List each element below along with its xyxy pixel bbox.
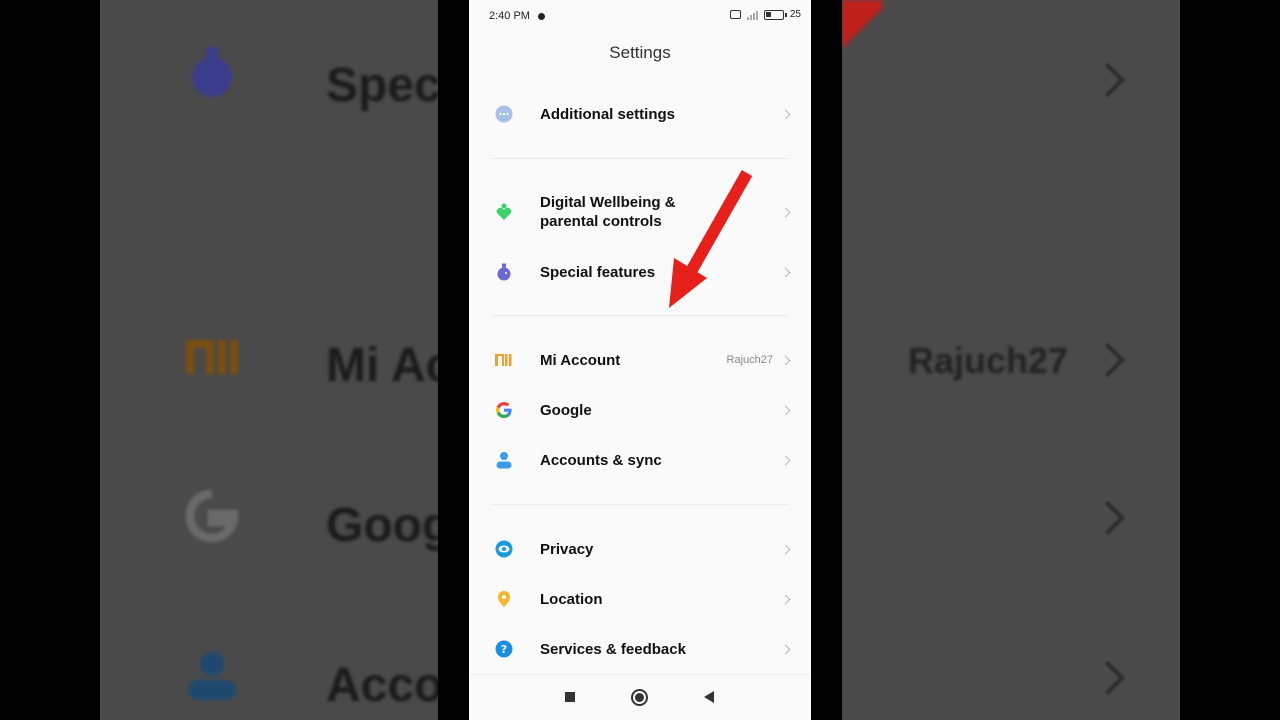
mi-logo-icon	[184, 336, 264, 388]
settings-item-label: Location	[540, 590, 603, 608]
settings-item-mi-account[interactable]: Mi Account Rajuch27	[469, 335, 811, 385]
svg-text:?: ?	[501, 643, 507, 656]
status-bar: 2:40 PM 25	[469, 0, 811, 34]
chevron-right-icon	[780, 594, 791, 604]
settings-item-privacy[interactable]: Privacy	[469, 524, 811, 574]
signal-icon	[746, 10, 758, 20]
settings-item-accounts-sync[interactable]: Accounts & sync	[469, 435, 811, 485]
home-button[interactable]	[631, 689, 648, 706]
settings-item-google[interactable]: Google	[469, 385, 811, 435]
settings-item-special-features[interactable]: Special features	[469, 247, 811, 297]
eye-icon	[495, 540, 513, 558]
back-button[interactable]	[704, 691, 714, 703]
chevron-right-icon	[1091, 661, 1125, 695]
navigation-bar	[469, 674, 811, 720]
bg-row-special: Spec	[100, 20, 438, 140]
location-pin-icon	[495, 590, 513, 608]
mi-logo-icon	[495, 351, 513, 369]
settings-item-wellbeing[interactable]: Digital Wellbeing & parental controls	[469, 186, 811, 238]
settings-item-label: Digital Wellbeing & parental controls	[540, 194, 676, 230]
settings-item-label: Accounts & sync	[540, 451, 662, 469]
mi-account-username: Rajuch27	[726, 354, 773, 366]
chevron-right-icon	[780, 405, 791, 415]
settings-item-location[interactable]: Location	[469, 574, 811, 624]
settings-item-label: Special features	[540, 263, 656, 281]
bg-text-mi-value: Rajuch27	[908, 340, 1069, 381]
status-indicators: 25	[729, 9, 801, 20]
bg-row-mi: Mi Ac	[100, 300, 438, 420]
flask-icon	[495, 263, 513, 281]
chevron-right-icon	[780, 207, 791, 217]
settings-item-services-feedback[interactable]: ? Services & feedback	[469, 624, 811, 674]
bg-text-accounts: Acco	[326, 659, 438, 712]
settings-item-additional[interactable]: Additional settings	[469, 89, 811, 139]
chevron-right-icon	[780, 644, 791, 654]
settings-item-label: Privacy	[540, 540, 594, 558]
wellbeing-icon	[495, 203, 513, 221]
settings-item-label: Mi Account	[540, 351, 621, 369]
sim-icon	[729, 10, 741, 19]
flask-icon	[192, 47, 232, 97]
divider	[491, 315, 789, 316]
chevron-right-icon	[780, 109, 791, 119]
status-time: 2:40 PM	[489, 10, 530, 22]
page-title: Settings	[609, 43, 671, 62]
bg-text-google: Goog	[326, 499, 438, 552]
settings-item-label: Services & feedback	[540, 640, 686, 658]
background-zoom-left: Spec Mi Ac Goog Acco	[100, 0, 438, 720]
google-icon	[186, 490, 238, 542]
more-dots-icon	[495, 105, 513, 123]
chevron-right-icon	[1091, 343, 1125, 377]
bg-row-accounts: Acco	[100, 620, 438, 720]
notification-dot-icon	[538, 13, 545, 20]
google-icon	[495, 401, 513, 419]
help-icon: ?	[495, 640, 513, 658]
recents-button[interactable]	[565, 692, 575, 702]
bg-text-special: Spec	[326, 59, 438, 112]
phone-screen: 2:40 PM 25 Settings Additional settings …	[469, 0, 811, 720]
divider	[491, 504, 789, 505]
battery-percent: 25	[789, 9, 801, 20]
background-zoom-right: Rajuch27	[842, 0, 1180, 720]
chevron-right-icon	[1091, 501, 1125, 535]
settings-item-label: Additional settings	[540, 105, 675, 123]
chevron-right-icon	[780, 267, 791, 277]
divider	[491, 158, 789, 159]
red-arrow-blur	[842, 0, 882, 80]
chevron-right-icon	[780, 544, 791, 554]
bg-row-google: Goog	[100, 460, 438, 580]
person-icon	[188, 652, 236, 700]
person-icon	[495, 451, 513, 469]
settings-item-label: Google	[540, 401, 592, 419]
chevron-right-icon	[780, 355, 791, 365]
bg-text-mi: Mi Ac	[326, 339, 438, 392]
chevron-right-icon	[1091, 63, 1125, 97]
chevron-right-icon	[780, 455, 791, 465]
battery-icon	[763, 9, 787, 20]
